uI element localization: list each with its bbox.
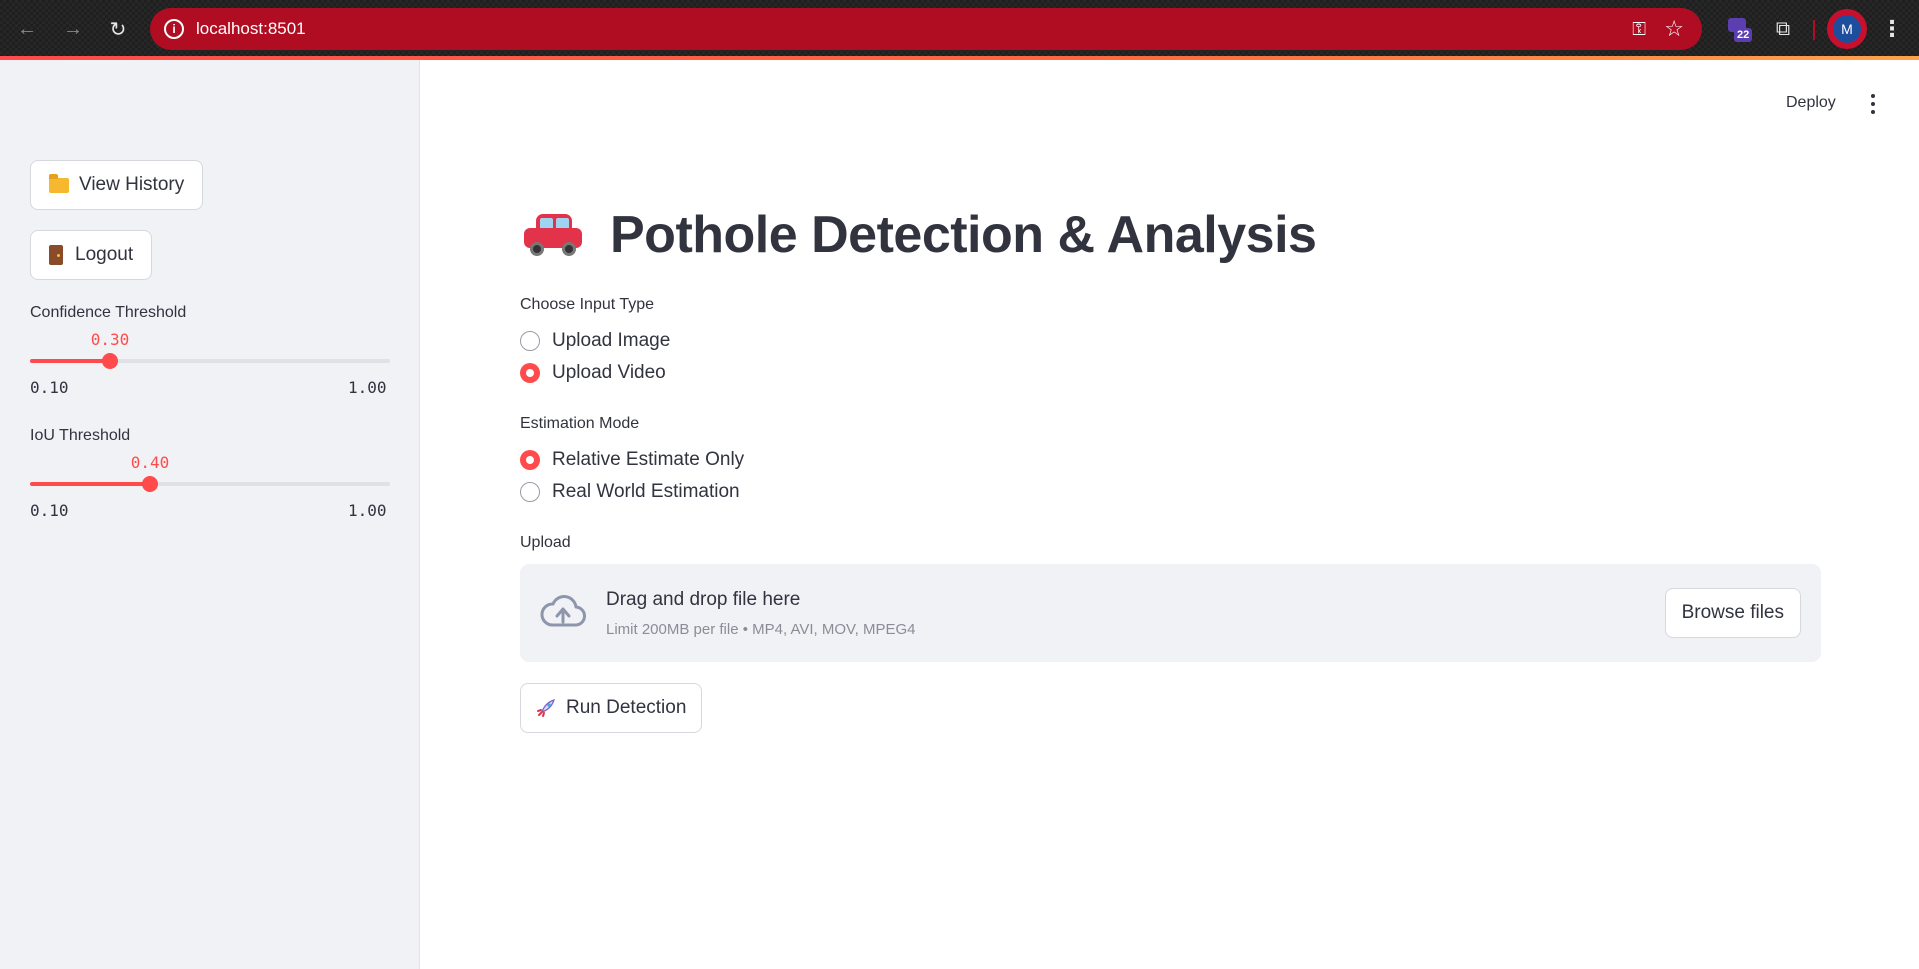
iou-slider-fill [30, 482, 150, 486]
dropzone-title: Drag and drop file here [606, 589, 801, 610]
car-wheel-shape [562, 242, 576, 256]
extension-badge-count: 22 [1734, 28, 1753, 42]
file-dropzone[interactable]: Drag and drop file here Limit 200MB per … [520, 564, 1821, 662]
radio-label: Relative Estimate Only [552, 449, 745, 470]
address-bar[interactable]: i localhost:8501 ⚿ ☆ [150, 8, 1702, 50]
logout-button[interactable]: Logout [30, 230, 153, 280]
url-text[interactable]: localhost:8501 [196, 19, 306, 39]
puzzle-icon[interactable]: ⧉ [1768, 14, 1798, 44]
radio-relative-estimate[interactable]: Relative Estimate Only [520, 449, 744, 471]
run-detection-button[interactable]: Run Detection [520, 683, 703, 733]
reload-icon[interactable]: ↻ [103, 14, 133, 44]
kebab-dot [1871, 110, 1875, 114]
extension-icon[interactable]: 22 [1726, 18, 1754, 46]
sidebar: View History Logout Confidence Threshold… [0, 60, 420, 969]
page-title: Pothole Detection & Analysis [610, 206, 1317, 264]
radio-circle-checked[interactable] [520, 450, 540, 470]
dropzone-hint: Limit 200MB per file • MP4, AVI, MOV, MP… [606, 621, 916, 638]
confidence-max-label: 1.00 [348, 378, 387, 397]
iou-slider-thumb[interactable] [141, 476, 158, 492]
iou-threshold-value: 0.40 [130, 453, 170, 472]
iou-max-label: 1.00 [348, 501, 387, 520]
confidence-min-label: 0.10 [30, 378, 69, 397]
input-type-label: Choose Input Type [520, 296, 655, 313]
confidence-slider-thumb[interactable] [101, 353, 118, 369]
car-wheel-shape [530, 242, 544, 256]
view-history-button[interactable]: View History [30, 160, 204, 210]
star-icon[interactable]: ☆ [1664, 16, 1684, 42]
radio-label: Upload Image [552, 330, 671, 351]
car-icon [520, 210, 590, 260]
confidence-threshold-value: 0.30 [90, 330, 130, 349]
folder-icon [49, 173, 69, 193]
confidence-threshold-label: Confidence Threshold [30, 304, 187, 321]
toolbar-divider [1813, 20, 1815, 40]
estimation-mode-label: Estimation Mode [520, 415, 640, 432]
view-history-label: View History [79, 174, 185, 195]
iou-threshold-slider[interactable] [30, 476, 390, 492]
kebab-dot [1871, 102, 1875, 106]
app-menu-icon[interactable] [1864, 92, 1882, 116]
radio-circle-checked[interactable] [520, 363, 540, 383]
page-title-row: Pothole Detection & Analysis [520, 205, 1317, 265]
iou-threshold-label: IoU Threshold [30, 427, 131, 444]
upload-label: Upload [520, 534, 571, 551]
rocket-icon [537, 699, 555, 717]
radio-upload-image[interactable]: Upload Image [520, 330, 670, 352]
confidence-threshold-slider[interactable] [30, 353, 390, 369]
door-icon [49, 245, 63, 265]
radio-circle[interactable] [520, 331, 540, 351]
profile-initial: M [1833, 15, 1861, 43]
radio-circle[interactable] [520, 482, 540, 502]
radio-real-world-estimation[interactable]: Real World Estimation [520, 481, 740, 503]
kebab-dot [1871, 94, 1875, 98]
cloud-upload-icon [540, 595, 586, 627]
iou-min-label: 0.10 [30, 501, 69, 520]
forward-arrow-icon[interactable]: → [58, 14, 88, 44]
profile-avatar[interactable]: M [1827, 9, 1867, 49]
kebab-menu-icon[interactable]: ⋮ [1880, 14, 1904, 44]
key-icon[interactable]: ⚿ [1632, 19, 1646, 40]
site-info-icon[interactable]: i [164, 19, 184, 39]
browse-files-button[interactable]: Browse files [1664, 588, 1801, 638]
confidence-slider-fill [30, 359, 110, 363]
logout-label: Logout [75, 244, 134, 265]
radio-label: Real World Estimation [552, 481, 740, 502]
run-detection-label: Run Detection [566, 697, 687, 718]
browser-toolbar: ← → ↻ i localhost:8501 ⚿ ☆ 22 ⧉ M ⋮ [0, 0, 1919, 60]
back-arrow-icon[interactable]: ← [12, 14, 42, 44]
radio-upload-video[interactable]: Upload Video [520, 362, 666, 384]
deploy-button[interactable]: Deploy [1786, 94, 1836, 112]
radio-label: Upload Video [552, 362, 666, 383]
